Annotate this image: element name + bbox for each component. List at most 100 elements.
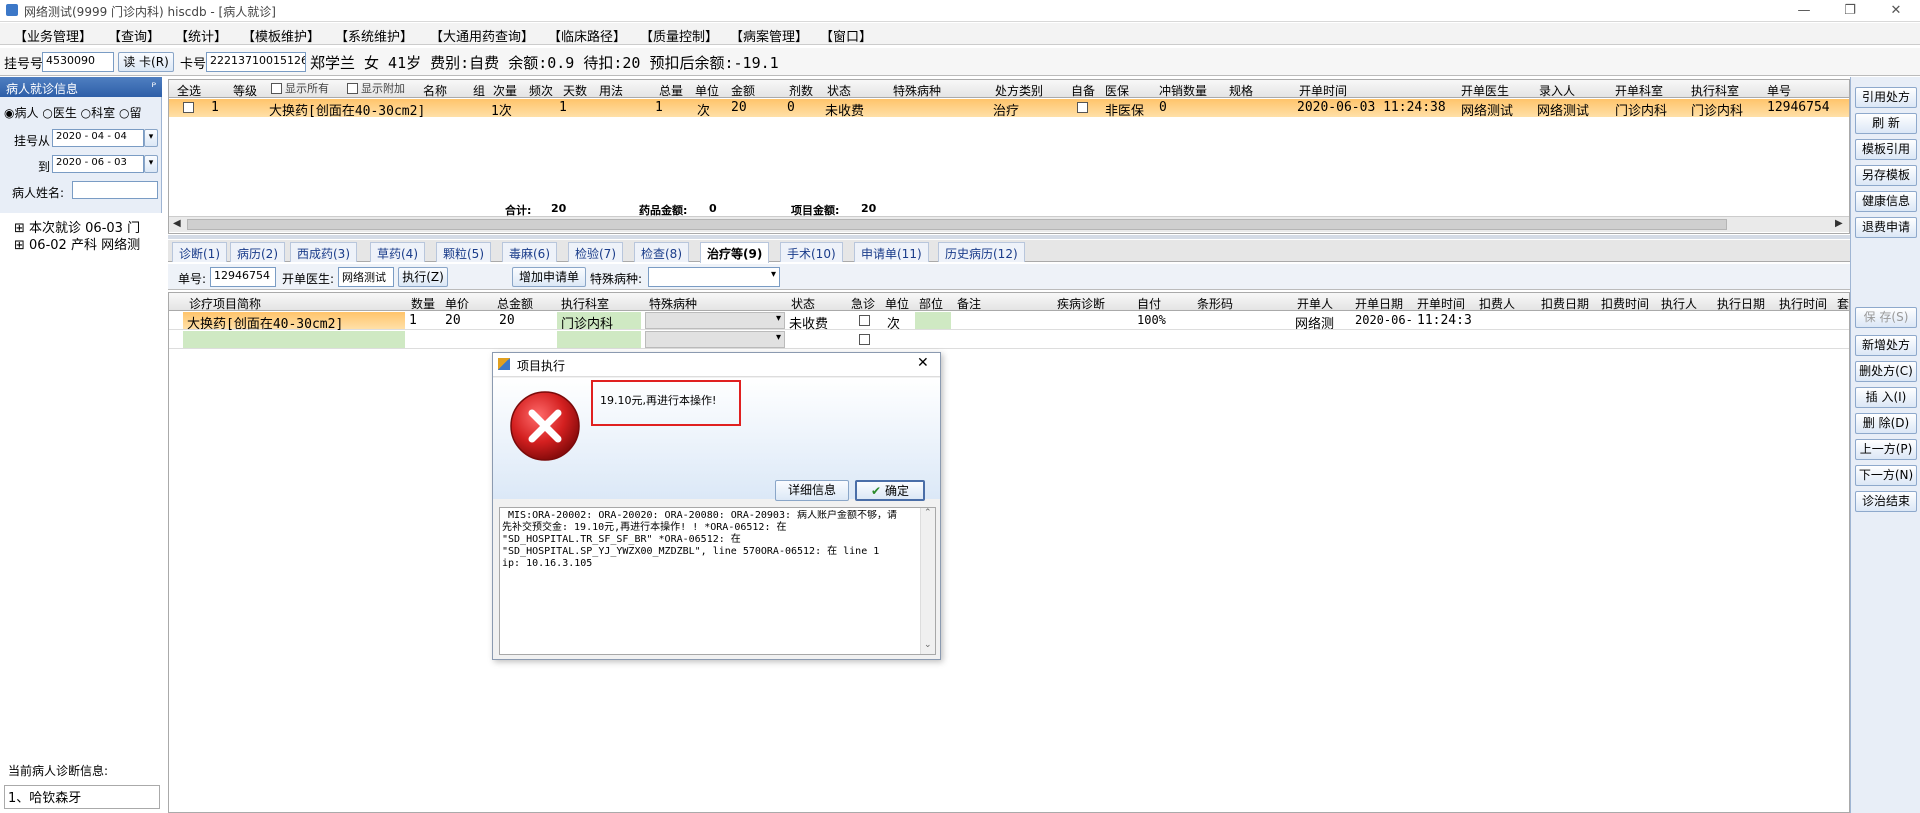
radio-patient[interactable]: ◉病人 [4,106,39,120]
tab-granule[interactable]: 颗粒(5) [436,242,491,262]
tab-history[interactable]: 历史病历(12) [938,242,1025,262]
tab-surgery[interactable]: 手术(10) [780,242,843,262]
radio-doctor[interactable]: ○医生 [42,106,77,120]
col-usage: 用法 [599,84,624,98]
restore-button[interactable]: ❐ [1830,0,1870,22]
show-all-checkbox[interactable] [271,83,282,94]
col-charger: 扣费人 [1479,297,1516,311]
scroll-thumb[interactable] [187,219,1727,230]
scroll-left-icon[interactable]: ◀ [173,218,181,229]
menu-query[interactable]: 【查询】 [108,26,160,45]
row-emergency-checkbox[interactable] [859,315,870,326]
special-disease-cell[interactable]: ▾ [645,331,785,348]
menu-system[interactable]: 【系统维护】 [335,26,413,45]
insert-button[interactable]: 插 入(I) [1855,387,1917,408]
col-emergency: 急诊 [851,297,876,311]
menu-drug-query[interactable]: 【大通用药查询】 [430,26,534,45]
pin-icon[interactable]: ᴾ [151,80,156,94]
row-freq: 1 [559,100,567,115]
next-prescription-button[interactable]: 下一方(N) [1855,465,1917,486]
tree-item-previous[interactable]: ⊞ 06-02 产科 网络测 [14,234,160,253]
menu-records[interactable]: 【病案管理】 [730,26,808,45]
card-no-input[interactable]: 222137100151268 [206,52,306,72]
date-to-input[interactable]: 2020 - 06 - 03 [52,155,144,173]
row-date: 2020-06- [1355,313,1413,327]
execute-button[interactable]: 执行(Z) [398,267,448,287]
col-insurance: 医保 [1105,84,1130,98]
doctor-input[interactable]: 网络测试 [338,267,394,287]
menu-clinical-path[interactable]: 【临床路径】 [548,26,626,45]
reference-prescription-button[interactable]: 引用处方 [1855,87,1917,108]
menu-template[interactable]: 【模板维护】 [242,26,320,45]
menu-quality[interactable]: 【质量控制】 [640,26,718,45]
previous-prescription-button[interactable]: 上一方(P) [1855,439,1917,460]
save-button[interactable]: 保 存(S) [1855,307,1917,328]
row-doses: 0 [787,100,795,115]
health-info-button[interactable]: 健康信息 [1855,191,1917,212]
show-extra-checkbox[interactable] [347,83,358,94]
detail-info-button[interactable]: 详细信息 [775,480,849,501]
patient-name-input[interactable] [72,181,158,199]
table-row[interactable]: 1 大换药[创面在40-30cm2] 1次 1 1 次 20 0 未收费 治疗 … [169,99,1849,119]
minimize-button[interactable]: — [1784,0,1824,22]
menu-business[interactable]: 【业务管理】 [14,26,92,45]
splitter[interactable] [168,235,1850,239]
scroll-up-icon[interactable]: ⌃ [924,508,932,518]
radio-dept[interactable]: ○科室 [81,106,116,120]
tab-medical-record[interactable]: 病历(2) [230,242,285,262]
exec-dept-cell[interactable] [557,331,641,348]
site-cell[interactable] [915,312,951,329]
add-request-button[interactable]: 增加申请单 [512,267,586,287]
tab-request[interactable]: 申请单(11) [854,242,929,262]
read-card-button[interactable]: 读 卡(R) [118,52,174,72]
row-writeoff: 0 [1159,100,1167,115]
row-self-checkbox[interactable] [1077,102,1088,113]
dialog-close-button[interactable]: ✕ [917,355,929,371]
menu-stats[interactable]: 【统计】 [175,26,227,45]
template-reference-button[interactable]: 模板引用 [1855,139,1917,160]
order-no-input[interactable]: 12946754 [210,267,276,287]
close-button[interactable]: ✕ [1876,0,1916,22]
select-all-label[interactable]: 全选 [177,82,201,99]
patient-info-bar: 挂号号 4530090 读 卡(R) 卡号 222137100151268 郑学… [0,48,1920,76]
new-item-cell[interactable] [183,331,405,348]
detail-v-scrollbar[interactable]: ⌃ ⌄ [920,508,935,654]
tab-narcotic[interactable]: 毒麻(6) [502,242,557,262]
row-checkbox[interactable] [183,102,194,113]
delete-button[interactable]: 删 除(D) [1855,413,1917,434]
special-disease-select[interactable]: ▾ [648,267,780,287]
scroll-right-icon[interactable]: ▶ [1835,218,1843,229]
new-prescription-button[interactable]: 新增处方 [1855,335,1917,356]
error-detail-box[interactable]: MIS:ORA-20002: ORA-20020: ORA-20080: ORA… [499,507,936,655]
menu-window[interactable]: 【窗口】 [820,26,872,45]
diagnosis-value: 1、哈钦森牙 [4,785,160,809]
delete-prescription-button[interactable]: 删处方(C) [1855,361,1917,382]
row-emergency-checkbox[interactable] [859,334,870,345]
row-status: 未收费 [825,104,865,119]
finish-consultation-button[interactable]: 诊治结束 [1855,491,1917,512]
save-template-button[interactable]: 另存模板 [1855,165,1917,186]
radio-stay[interactable]: ○留 [119,106,142,120]
grid-h-scrollbar[interactable]: ◀ ▶ [169,216,1849,232]
reg-no-input[interactable]: 4530090 [42,52,114,72]
table-row-empty[interactable]: ▾ [169,331,1849,349]
row-amount: 20 [731,100,747,115]
show-extra-label: 显示附加 [361,82,405,95]
tab-herbal[interactable]: 草药(4) [370,242,425,262]
date-from-input[interactable]: 2020 - 04 - 04 [52,129,144,147]
col-doses: 剂数 [789,84,814,98]
refresh-button[interactable]: 刷 新 [1855,113,1917,134]
tab-exam[interactable]: 检查(8) [634,242,689,262]
special-disease-cell[interactable]: ▾ [645,312,785,329]
col-freq: 频次 [529,84,554,98]
scroll-down-icon[interactable]: ⌄ [924,640,932,650]
date-to-dropdown-icon[interactable]: ▾ [144,155,158,173]
tab-diagnosis[interactable]: 诊断(1) [172,242,227,262]
table-row[interactable]: 大换药[创面在40-30cm2] 1 20 20 门诊内科 ▾ 未收费 次 10… [169,312,1849,332]
tab-western-medicine[interactable]: 西成药(3) [290,242,357,262]
tab-treatment[interactable]: 治疗等(9) [700,242,770,263]
tab-lab[interactable]: 检验(7) [568,242,623,262]
ok-button[interactable]: ✔ 确定 [855,480,925,501]
refund-request-button[interactable]: 退费申请 [1855,217,1917,238]
date-from-dropdown-icon[interactable]: ▾ [144,129,158,147]
